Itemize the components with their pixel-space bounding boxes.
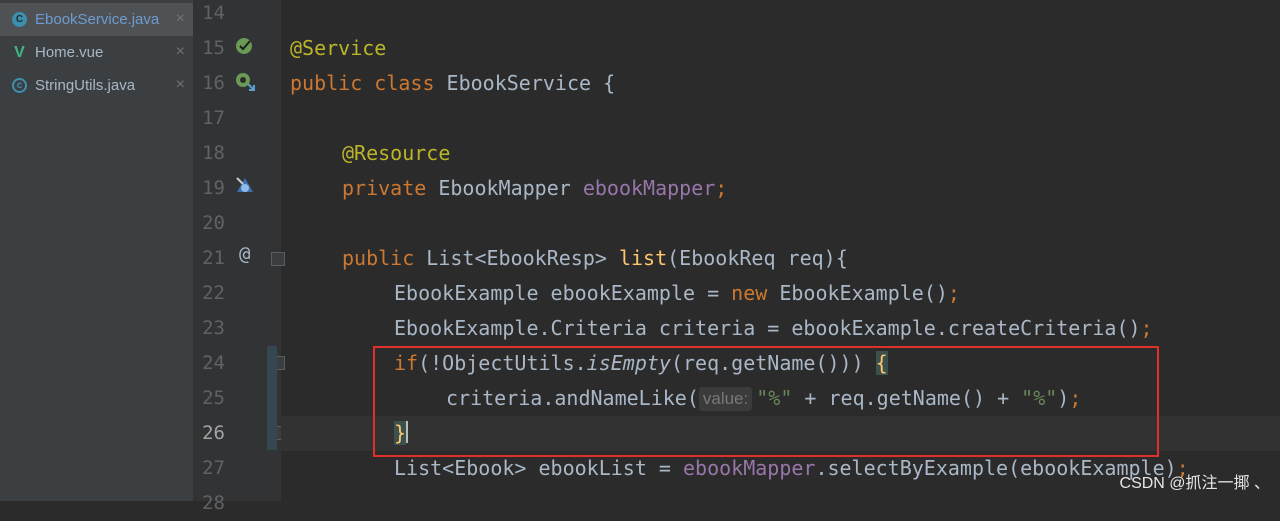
tab-ebookservice-java[interactable]: C EbookService.java ×	[0, 3, 193, 36]
tab-stringutils-java[interactable]: c StringUtils.java ×	[0, 69, 193, 102]
field-name: ebookMapper	[582, 176, 716, 200]
code-line-22: EbookExample ebookExample = new EbookExa…	[394, 276, 960, 311]
annotation-highlight-box	[373, 346, 1159, 457]
line-number: 25	[202, 387, 225, 409]
line-number: 18	[202, 142, 225, 164]
semicolon: ;	[947, 281, 960, 305]
method-name: list	[618, 246, 668, 270]
line-number: 14	[202, 2, 225, 24]
line-number: 15	[202, 37, 225, 59]
code-text: EbookExample()	[767, 281, 948, 305]
code-text: (EbookReq req){	[667, 246, 848, 270]
watermark: CSDN @抓注一揶 、	[1119, 475, 1270, 492]
code-line-16: public class EbookService {	[290, 66, 615, 101]
line-number: 24	[202, 352, 225, 374]
tab-label: StringUtils.java	[35, 77, 136, 94]
code-text: List<EbookResp>	[414, 246, 619, 270]
close-icon[interactable]: ×	[176, 76, 185, 94]
line-number: 23	[202, 317, 225, 339]
line-number: 28	[202, 492, 225, 514]
semicolon: ;	[1140, 316, 1153, 340]
line-number: 16	[202, 72, 225, 94]
java-class-icon: c	[12, 78, 27, 93]
code-line-23: EbookExample.Criteria criteria = ebookEx…	[394, 311, 1153, 346]
tab-label: Home.vue	[35, 44, 104, 61]
line-number: 17	[202, 107, 225, 129]
keyword: new	[731, 281, 768, 305]
semicolon: ;	[715, 176, 728, 200]
line-number: 20	[202, 212, 225, 234]
injection-point-icon[interactable]	[233, 174, 255, 196]
tab-label: EbookService.java	[35, 11, 160, 28]
vue-file-icon: V	[14, 43, 25, 61]
code-text: EbookExample ebookExample =	[394, 281, 732, 305]
code-text: EbookExample.Criteria criteria = ebookEx…	[394, 316, 1141, 340]
line-number: 19	[202, 177, 225, 199]
code-text: EbookService {	[434, 71, 616, 95]
keyword: public	[290, 71, 363, 95]
close-icon[interactable]: ×	[176, 10, 185, 28]
line-number: 21	[202, 247, 225, 269]
java-class-icon: C	[12, 12, 27, 27]
code-text: EbookMapper	[426, 176, 583, 200]
keyword: private	[342, 176, 427, 200]
line-number: 22	[202, 282, 225, 304]
code-line-18: @Resource	[342, 141, 451, 165]
code-line-19: private EbookMapper ebookMapper;	[342, 171, 727, 206]
spring-bean-icon[interactable]	[234, 35, 256, 57]
spring-bean-navigate-icon[interactable]	[234, 70, 256, 92]
code-line-21: public List<EbookResp> list(EbookReq req…	[342, 241, 848, 276]
code-line-15: @Service	[290, 36, 387, 60]
field-name: ebookMapper	[682, 456, 816, 480]
code-text: List<Ebook> ebookList =	[394, 456, 683, 480]
override-marker-icon[interactable]: @	[239, 243, 250, 265]
vcs-change-bar[interactable]	[267, 346, 277, 450]
close-icon[interactable]: ×	[176, 43, 185, 61]
tab-home-vue[interactable]: V Home.vue ×	[0, 36, 193, 69]
keyword: class	[374, 71, 435, 95]
editor-tabs-panel: C EbookService.java × V Home.vue × c Str…	[0, 0, 193, 501]
line-number-current: 26	[202, 422, 225, 444]
line-number: 27	[202, 457, 225, 479]
keyword: public	[342, 246, 415, 270]
